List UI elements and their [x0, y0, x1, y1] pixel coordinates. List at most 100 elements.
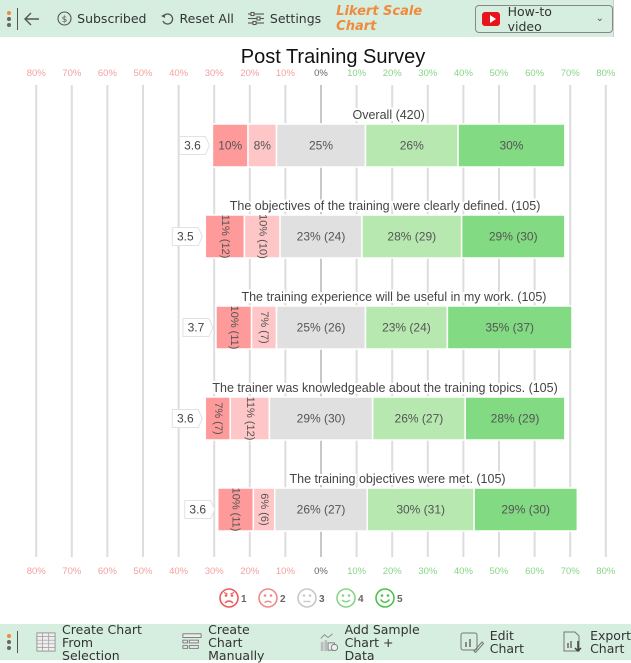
add-sample-line2: Chart + Data — [344, 634, 394, 663]
menu-dots-icon[interactable] — [4, 10, 13, 27]
x-tick-bottom: 0% — [314, 566, 328, 577]
category-label: The trainer was knowledgeable about the … — [212, 381, 557, 395]
menu-dots-icon-bottom[interactable] — [4, 634, 13, 650]
svg-text:$: $ — [62, 15, 68, 25]
bar-data-label: 26% (27) — [395, 412, 444, 426]
edit-chart-icon — [460, 632, 484, 653]
x-tick-bottom: 70% — [561, 566, 581, 577]
panel-edge — [613, 0, 631, 37]
edit-chart-line2: Chart — [489, 641, 525, 656]
x-tick-bottom: 50% — [133, 566, 153, 577]
sliders-icon — [247, 11, 264, 26]
bar-data-label: 26% — [400, 139, 424, 153]
category-label: The training objectives were met. (105) — [290, 472, 506, 486]
x-tick-top: 80% — [596, 68, 616, 79]
add-sample-button[interactable]: Add Sample Chart + Data — [319, 623, 420, 662]
export-chart-line2: Chart — [590, 641, 625, 656]
bar-data-label: 10% — [218, 139, 242, 153]
x-tick-bottom: 30% — [418, 566, 438, 577]
x-tick-top: 80% — [27, 68, 47, 79]
chart-row: 7% (7) 11% (12) 29% (30) 26% (27) 28% (29) Th… — [171, 379, 566, 441]
x-tick-bottom: 60% — [98, 566, 118, 577]
sad-face-icon[interactable] — [258, 588, 278, 608]
how-to-video-label: How-to video — [507, 3, 552, 34]
top-toolbar: $ Subscribed Reset All Settings Likert S… — [0, 0, 614, 37]
x-tick-top: 40% — [454, 68, 474, 79]
bottom-toolbar: Create Chart From Selection Create Chart M… — [0, 623, 631, 662]
create-manually-line1: Create Chart — [208, 621, 250, 650]
bar-data-label: 28% (29) — [491, 412, 540, 426]
x-tick-top: 60% — [98, 68, 118, 79]
create-from-selection-button[interactable]: Create Chart From Selection — [36, 623, 146, 662]
add-sample-line1: Add Sample — [344, 621, 420, 637]
sample-chart-data-icon — [320, 633, 338, 652]
create-manually-button[interactable]: Create Chart Manually — [182, 623, 281, 662]
legend-label: 2 — [280, 594, 286, 605]
x-tick-bottom: 80% — [596, 566, 616, 577]
likert-chart: Post Training Survey 80% 70% 60% 50% 40% 30% 2… — [27, 46, 616, 608]
category-label: The training experience will be useful i… — [241, 290, 546, 304]
x-tick-top: 40% — [169, 68, 189, 79]
category-label: The objectives of the training were clea… — [230, 199, 541, 213]
average-score: 3.6 — [184, 139, 201, 153]
bar-data-label: 23% (24) — [297, 230, 346, 244]
very-sad-face-icon[interactable] — [219, 588, 239, 608]
bar-data-label: 26% (27) — [297, 503, 346, 517]
average-score: 3.5 — [177, 230, 194, 244]
bar-data-label: 28% (29) — [387, 230, 436, 244]
x-tick-bottom: 40% — [454, 566, 474, 577]
category-label: Overall (420) — [353, 108, 425, 122]
bar-data-label: 6% (6) — [258, 493, 270, 525]
x-tick-top: 20% — [383, 68, 403, 79]
bar-data-label: 30% (31) — [396, 503, 445, 517]
bar-data-label: 35% (37) — [485, 321, 534, 335]
legend-label: 4 — [358, 594, 364, 605]
arrow-left-icon — [24, 12, 40, 25]
youtube-icon — [481, 11, 500, 26]
chart-rows: 10% 8% 25% 26% 30% Overall (420) 3.6 11% (12) 10… — [171, 106, 579, 532]
x-tick-top: 0% — [314, 68, 328, 79]
x-tick-bottom: 40% — [169, 566, 189, 577]
subscribed-button[interactable]: $ Subscribed — [57, 11, 147, 26]
subscribed-label: Subscribed — [77, 11, 147, 26]
chart-row: 10% (11) 7% (7) 25% (26) 23% (24) 35% (37) Th… — [182, 288, 573, 350]
x-axis-bottom: 80% 70% 60% 50% 40% 30% 20% 10% 0% 10% 20% 30% 40% 50… — [27, 566, 616, 577]
undo-icon — [160, 13, 173, 25]
bar-data-label: 10% (11) — [230, 488, 242, 532]
x-tick-bottom: 70% — [62, 566, 82, 577]
bar-data-label: 29% (30) — [297, 412, 346, 426]
bar-data-label: 7% (7) — [258, 311, 270, 343]
bar-data-label: 29% (30) — [501, 503, 550, 517]
legend-label: 5 — [397, 594, 403, 605]
x-tick-bottom: 20% — [240, 566, 260, 577]
bar-data-label: 7% (7) — [212, 402, 224, 434]
x-tick-top: 20% — [240, 68, 260, 79]
bottom-divider — [17, 631, 19, 653]
x-tick-top: 70% — [561, 68, 581, 79]
x-tick-top: 30% — [418, 68, 438, 79]
x-tick-top: 50% — [133, 68, 153, 79]
table-grid-icon — [36, 632, 56, 652]
x-tick-top: 70% — [62, 68, 82, 79]
settings-button[interactable]: Settings — [247, 11, 321, 26]
smile-face-icon[interactable] — [336, 588, 356, 608]
legend: 1 2 3 4 5 — [219, 588, 403, 608]
x-tick-bottom: 30% — [205, 566, 225, 577]
bar-data-label: 10% (11) — [228, 306, 240, 350]
how-to-video-dropdown[interactable]: How-to video ⌄ — [474, 3, 614, 34]
chart-row: 10% 8% 25% 26% 30% Overall (420) 3.6 — [178, 106, 566, 168]
export-chart-button[interactable]: Export Chart — [562, 629, 631, 655]
bar-data-label: 25% (26) — [297, 321, 346, 335]
edit-chart-button[interactable]: Edit Chart — [460, 629, 524, 655]
export-chart-icon — [563, 631, 582, 653]
big-smile-face-icon[interactable] — [375, 588, 395, 608]
x-tick-top: 30% — [205, 68, 225, 79]
reset-all-button[interactable]: Reset All — [160, 11, 234, 26]
back-button[interactable] — [24, 12, 40, 26]
average-score: 3.6 — [177, 412, 194, 426]
settings-label: Settings — [269, 11, 322, 26]
bar-data-label: 8% — [254, 139, 272, 153]
x-tick-top: 60% — [525, 68, 545, 79]
bar-data-label: 11% (12) — [219, 215, 231, 259]
neutral-face-icon[interactable] — [297, 588, 317, 608]
